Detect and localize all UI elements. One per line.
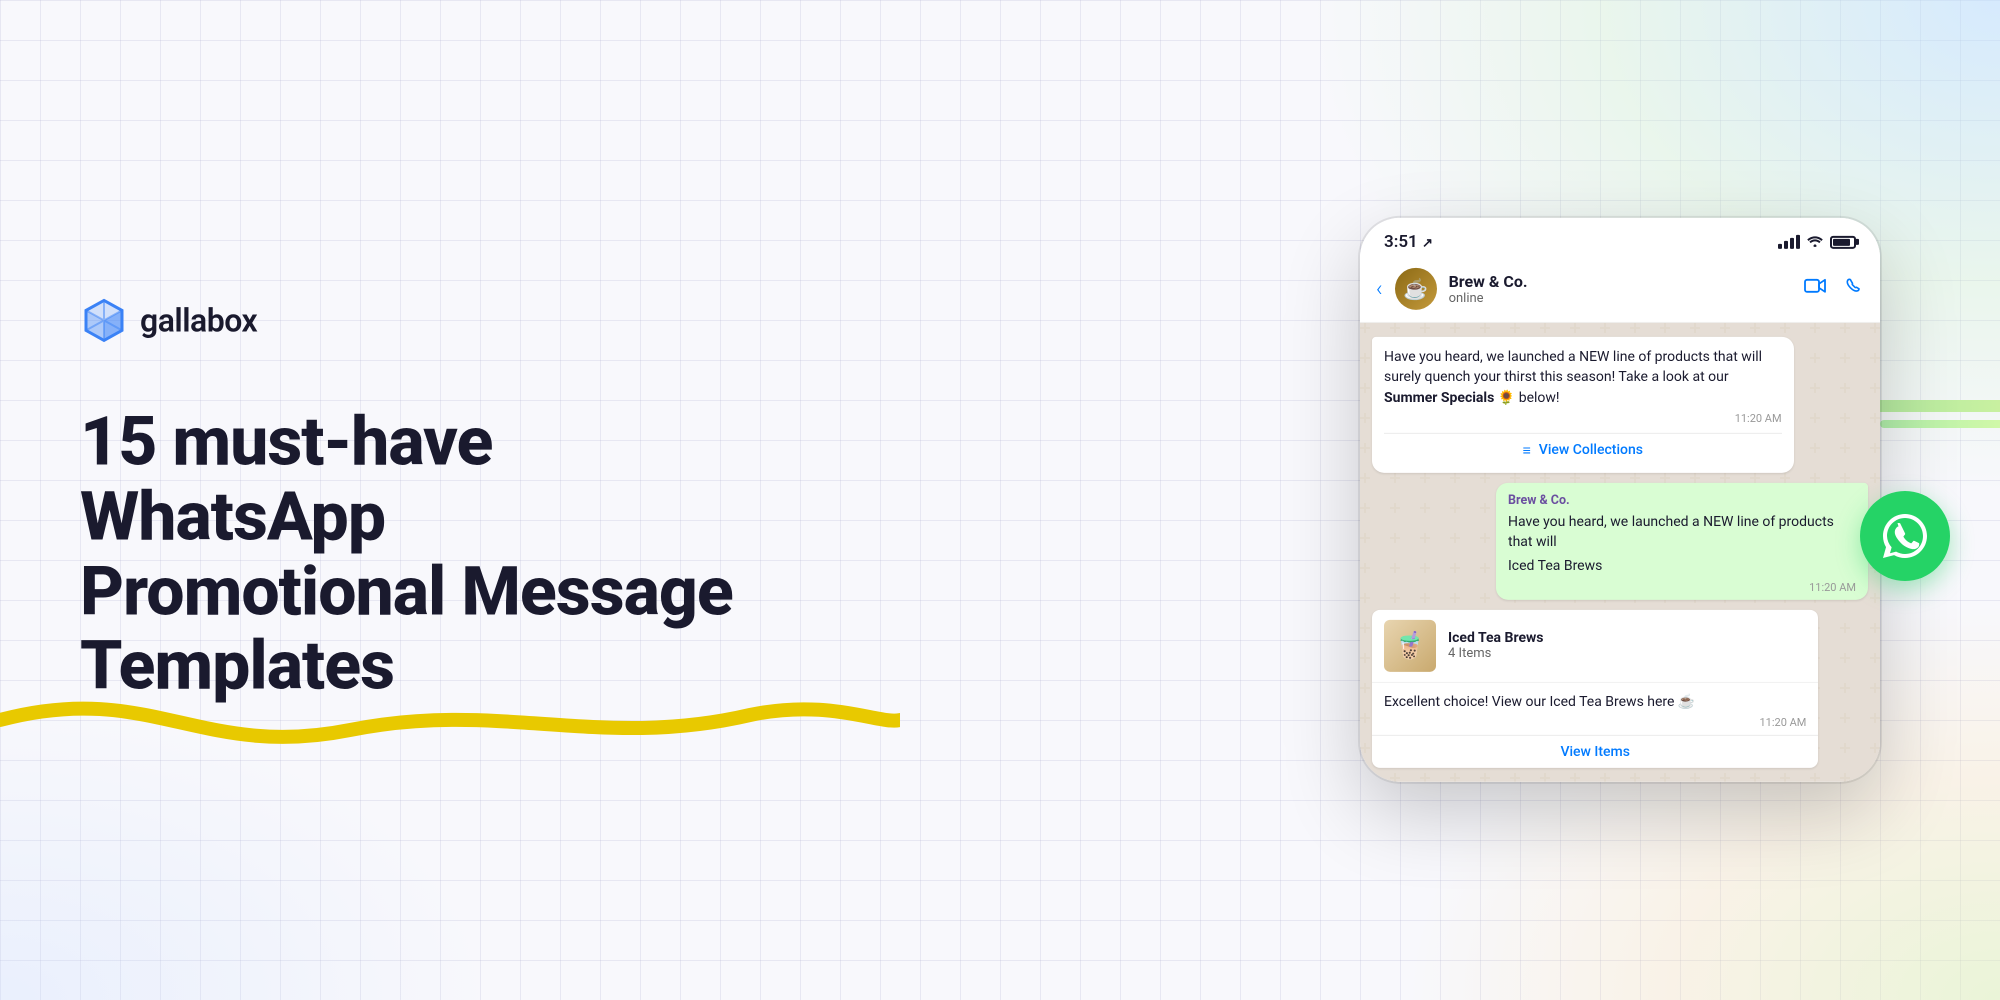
brand-name: gallabox <box>140 301 257 339</box>
status-bar: 3:51 ↗ <box>1360 218 1880 260</box>
catalog-body: Excellent choice! View our Iced Tea Brew… <box>1372 683 1818 736</box>
message-sent-1: Brew & Co. Have you heard, we launched a… <box>1496 483 1868 600</box>
message-time-1: 11:20 AM <box>1384 412 1782 425</box>
logo-area: gallabox <box>80 296 780 344</box>
signal-bars-icon <box>1778 235 1800 249</box>
headline-line2: Promotional Message <box>80 554 780 629</box>
video-call-icon[interactable] <box>1804 277 1826 300</box>
wifi-icon <box>1806 233 1824 250</box>
message-italic-part: Iced Tea Brews <box>1508 556 1856 576</box>
catalog-header: 🧋 Iced Tea Brews 4 Items <box>1372 610 1818 683</box>
whatsapp-logo-icon <box>1879 510 1931 562</box>
catalog-title: Iced Tea Brews <box>1448 630 1544 646</box>
status-icons <box>1778 233 1856 250</box>
headline-line3: Templates <box>80 629 780 704</box>
catalog-info: Iced Tea Brews 4 Items <box>1448 630 1544 661</box>
message-time-sent: 11:20 AM <box>1508 581 1856 594</box>
chat-info: Brew & Co. online <box>1449 272 1792 306</box>
chat-avatar: ☕ <box>1395 268 1437 310</box>
message-text-1: Have you heard, we launched a NEW line o… <box>1384 347 1782 408</box>
back-button[interactable]: ‹ <box>1376 276 1383 301</box>
headline-line1: 15 must-have WhatsApp <box>80 404 780 554</box>
phone-call-icon[interactable] <box>1846 277 1864 300</box>
green-stripe-accent-2 <box>1880 420 2000 428</box>
page-headline: 15 must-have WhatsApp Promotional Messag… <box>80 404 780 703</box>
catalog-items-count: 4 Items <box>1448 646 1544 661</box>
gallabox-logo-icon <box>80 296 128 344</box>
chat-contact-name: Brew & Co. <box>1449 272 1792 291</box>
message-received-1: Have you heard, we launched a NEW line o… <box>1372 337 1794 473</box>
battery-icon <box>1830 235 1856 248</box>
view-collections-button[interactable]: ≡ View Collections <box>1384 433 1782 467</box>
chat-online-status: online <box>1449 291 1792 306</box>
catalog-time: 11:20 AM <box>1384 716 1806 729</box>
status-time: 3:51 ↗ <box>1384 232 1433 252</box>
chat-body: Have you heard, we launched a NEW line o… <box>1360 323 1880 782</box>
catalog-description: Excellent choice! View our Iced Tea Brew… <box>1384 693 1806 713</box>
catalog-thumbnail: 🧋 <box>1384 620 1436 672</box>
message-text-sent: Have you heard, we launched a NEW line o… <box>1508 512 1856 553</box>
message-sender: Brew & Co. <box>1508 493 1856 508</box>
chat-header: ‹ ☕ Brew & Co. online <box>1360 260 1880 323</box>
whatsapp-icon-bubble <box>1860 491 1950 581</box>
phone-mockup-container: 3:51 ↗ <box>1360 218 1880 782</box>
view-items-button[interactable]: View Items <box>1372 735 1818 768</box>
left-content: gallabox 15 must-have WhatsApp Promotion… <box>80 296 780 703</box>
chat-action-icons <box>1804 277 1864 300</box>
phone-frame: 3:51 ↗ <box>1360 218 1880 782</box>
catalog-card: 🧋 Iced Tea Brews 4 Items Excellent choic… <box>1372 610 1818 769</box>
